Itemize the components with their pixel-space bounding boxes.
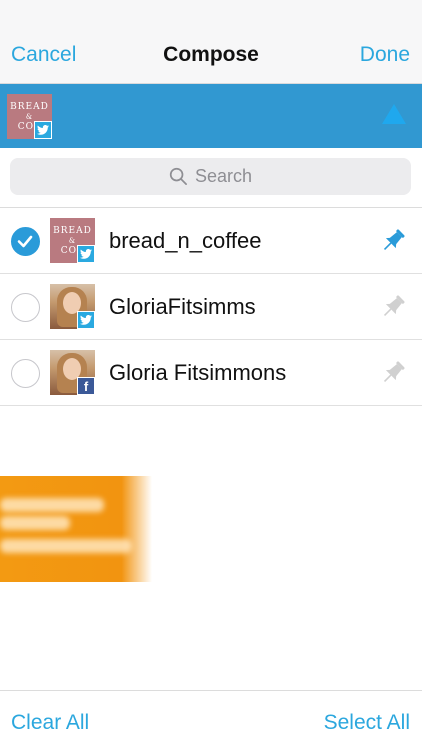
collapse-arrow-icon[interactable]: [382, 104, 406, 124]
nav-bar: Cancel Compose Done: [0, 0, 422, 84]
blurred-banner: [0, 476, 152, 582]
account-name: bread_n_coffee: [109, 228, 262, 253]
list-item[interactable]: BREAD & COF bread_n_coffee: [0, 208, 422, 274]
account-name: Gloria Fitsimmons: [109, 360, 287, 385]
twitter-badge-icon: [77, 245, 95, 263]
pin-icon[interactable]: [378, 226, 408, 256]
selected-avatar-bread-n-coffee[interactable]: BREAD & COF: [7, 94, 52, 139]
checkbox-unchecked[interactable]: [11, 293, 40, 322]
search-bar: Search: [0, 148, 422, 208]
done-button[interactable]: Done: [360, 41, 410, 69]
list-item[interactable]: f Gloria Fitsimmons: [0, 340, 422, 406]
avatar: BREAD & COF: [50, 218, 95, 263]
list-item[interactable]: GloriaFitsimms: [0, 274, 422, 340]
search-icon: [169, 167, 187, 185]
page-title: Compose: [163, 43, 259, 66]
search-placeholder: Search: [194, 166, 253, 186]
footer-toolbar: Clear All Select All: [0, 690, 422, 750]
avatar: [50, 284, 95, 329]
select-all-button[interactable]: Select All: [324, 709, 410, 737]
selected-accounts-bar: BREAD & COF: [0, 84, 422, 148]
clear-all-button[interactable]: Clear All: [11, 709, 89, 737]
avatar: f: [50, 350, 95, 395]
search-input[interactable]: Search: [10, 158, 411, 195]
checkbox-unchecked[interactable]: [11, 359, 40, 388]
twitter-badge-icon: [34, 121, 52, 139]
pin-icon[interactable]: [378, 292, 408, 322]
checkbox-checked[interactable]: [11, 227, 40, 256]
checkmark-icon: [17, 235, 33, 248]
pin-icon[interactable]: [378, 358, 408, 388]
account-name: GloriaFitsimms: [109, 294, 256, 319]
facebook-badge-icon: f: [77, 377, 95, 395]
twitter-badge-icon: [77, 311, 95, 329]
